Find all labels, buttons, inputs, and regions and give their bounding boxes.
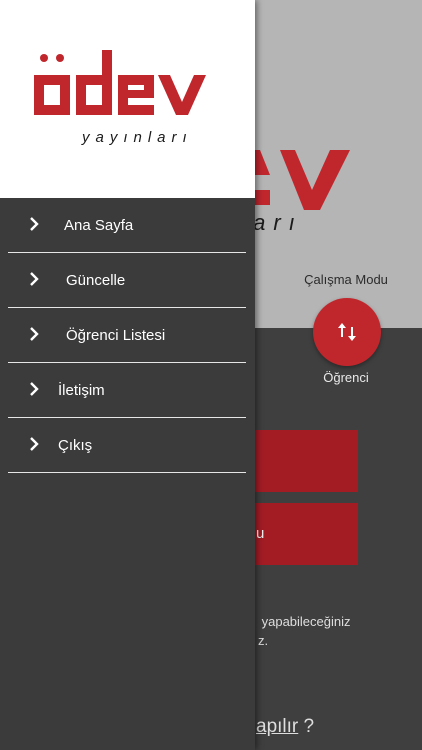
menu-item-student-list[interactable]: Öğrenci Listesi	[8, 308, 246, 363]
menu-item-home[interactable]: Ana Sayfa	[8, 198, 246, 253]
chevron-right-icon	[30, 272, 39, 286]
drawer-header: yayınları	[0, 0, 255, 198]
description-text: yapabileceğiniz z.	[258, 614, 351, 648]
menu-item-label: Ana Sayfa	[64, 217, 134, 234]
menu-item-logout[interactable]: Çıkış	[8, 418, 246, 473]
chevron-right-icon	[30, 327, 39, 341]
chevron-right-icon	[30, 217, 39, 231]
swap-vertical-icon	[338, 323, 356, 341]
menu-item-label: Güncelle	[66, 272, 126, 289]
chevron-right-icon	[30, 382, 39, 396]
menu-item-update[interactable]: Güncelle	[8, 253, 246, 308]
help-link-text: apılır	[256, 716, 299, 737]
brand-logo: yayınları	[34, 50, 206, 146]
svg-text:yayınları: yayınları	[81, 129, 193, 146]
help-link-suffix: ?	[298, 716, 315, 737]
secondary-action-label: u	[256, 525, 265, 542]
chevron-right-icon	[30, 437, 39, 451]
menu-item-label: Çıkış	[58, 437, 93, 454]
navigation-drawer: yayınları Ana Sayfa Güncelle Öğrenci Lis…	[0, 0, 255, 750]
menu-item-label: Öğrenci Listesi	[66, 327, 166, 344]
drawer-menu: Ana Sayfa Güncelle Öğrenci Listesi İleti…	[0, 198, 255, 473]
help-link[interactable]: apılır ?	[256, 716, 314, 738]
mode-switch-button[interactable]	[313, 298, 381, 366]
menu-item-contact[interactable]: İletişim	[8, 363, 246, 418]
menu-item-label: İletişim	[58, 382, 105, 399]
mode-value: Öğrenci	[323, 370, 369, 385]
mode-label: Çalışma Modu	[304, 272, 388, 287]
